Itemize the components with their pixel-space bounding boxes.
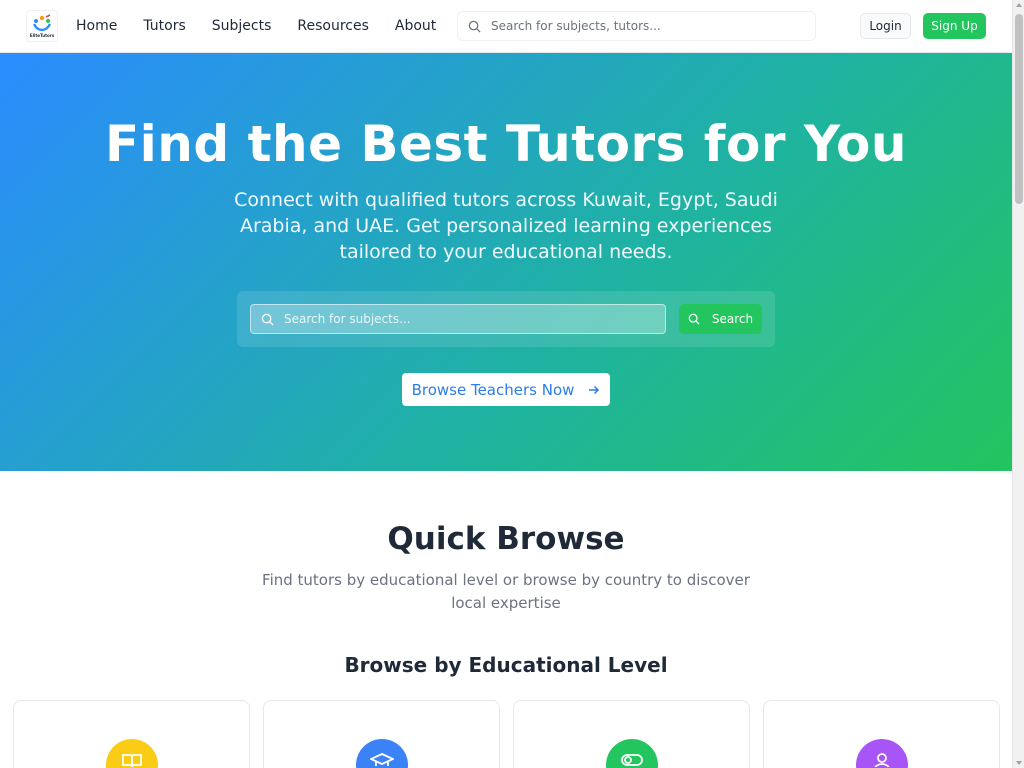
nav-search-box[interactable] — [457, 11, 816, 41]
search-icon — [261, 313, 274, 326]
hero-title: Find the Best Tutors for You — [104, 115, 907, 173]
search-icon — [688, 313, 700, 325]
nav-link-resources[interactable]: Resources — [297, 18, 369, 34]
hero-search-button-label: Search — [711, 312, 754, 326]
login-button[interactable]: Login — [860, 13, 911, 39]
level-card-icon-circle — [356, 739, 408, 768]
quick-browse-subtitle: Find tutors by educational level or brow… — [262, 571, 750, 612]
level-card-4[interactable] — [763, 700, 1000, 768]
logo-text: EliteTutors — [29, 33, 55, 38]
hero-search-button[interactable]: Search — [679, 304, 762, 334]
level-card-3[interactable] — [513, 700, 750, 768]
hero-search-panel: Search — [237, 291, 775, 347]
nav-search-input[interactable] — [491, 19, 791, 33]
nav-link-home[interactable]: Home — [76, 18, 117, 34]
scroll-down-arrow-icon[interactable] — [1016, 761, 1022, 765]
site-logo[interactable]: EliteTutors — [26, 10, 58, 42]
level-card-icon-circle — [106, 739, 158, 768]
hero-search-input[interactable] — [284, 312, 654, 326]
scroll-up-arrow-icon[interactable] — [1016, 3, 1022, 7]
educational-level-heading: Browse by Educational Level — [344, 653, 668, 677]
hero-subtitle: Connect with qualified tutors across Kuw… — [234, 189, 778, 263]
level-card-1[interactable] — [13, 700, 250, 768]
logo-mark-icon — [31, 14, 53, 32]
user-icon — [873, 753, 891, 767]
browse-teachers-button[interactable]: Browse Teachers Now — [402, 373, 610, 406]
browse-teachers-label: Browse Teachers Now — [411, 380, 575, 399]
nav-links: Home Tutors Subjects Resources About — [76, 0, 462, 52]
hero-section: Find the Best Tutors for You Connect wit… — [0, 53, 1012, 471]
level-card-icon-circle — [606, 739, 658, 768]
level-card-icon-circle — [856, 739, 908, 768]
level-card-2[interactable] — [263, 700, 500, 768]
nav-link-subjects[interactable]: Subjects — [212, 18, 272, 34]
book-icon — [121, 753, 143, 767]
toggle-icon — [621, 753, 643, 767]
hero-search-box[interactable] — [250, 304, 666, 334]
signup-button[interactable]: Sign Up — [923, 13, 986, 39]
page-scrollbar[interactable] — [1012, 0, 1024, 768]
search-icon — [468, 20, 481, 33]
arrow-right-icon — [588, 384, 600, 396]
scrollbar-thumb[interactable] — [1015, 14, 1023, 204]
quick-browse-title: Quick Browse — [387, 521, 625, 557]
nav-link-tutors[interactable]: Tutors — [143, 18, 185, 34]
nav-link-about[interactable]: About — [395, 18, 436, 34]
graduation-cap-icon — [370, 753, 394, 767]
top-navbar: EliteTutors Home Tutors Subjects Resourc… — [0, 0, 1012, 53]
